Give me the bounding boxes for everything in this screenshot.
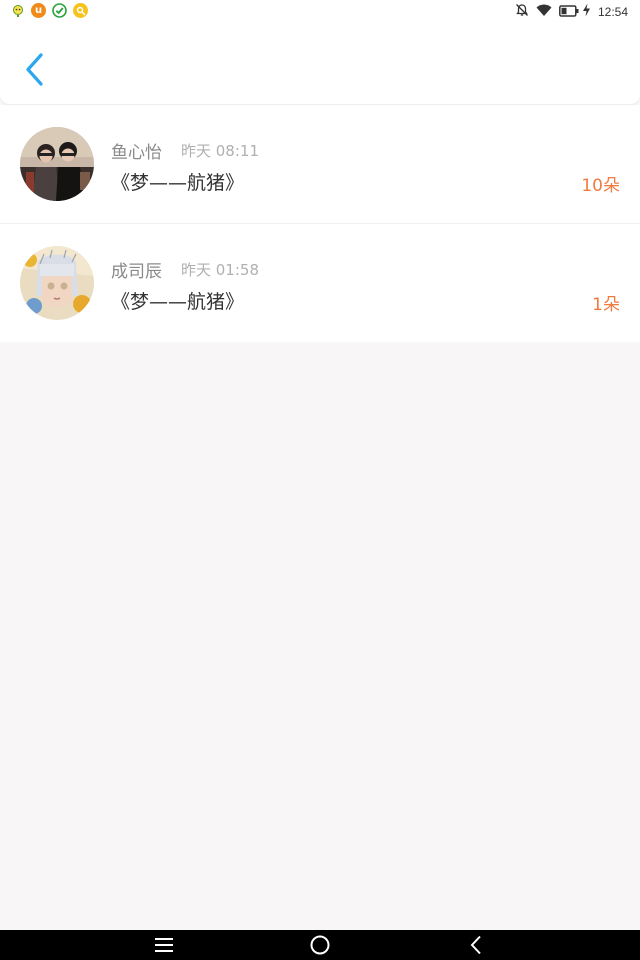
- menu-icon: [155, 938, 173, 952]
- back-nav-button[interactable]: [465, 934, 489, 956]
- status-time: 12:54: [597, 4, 628, 19]
- menu-button[interactable]: [152, 934, 176, 956]
- flower-count: 1朵: [592, 295, 620, 315]
- list-item[interactable]: 鱼心怡 昨天 08:11 《梦——航猪》 10朵: [0, 105, 640, 223]
- yellow-app-icon: [73, 3, 88, 18]
- sent-time: 昨天 01:58: [181, 261, 259, 279]
- notifications-off-icon: [515, 2, 529, 21]
- u-app-icon: u: [31, 3, 46, 18]
- list-item[interactable]: 成司辰 昨天 01:58 《梦——航猪》 1朵: [0, 223, 640, 342]
- sender-name: 成司辰: [111, 262, 162, 282]
- avatar[interactable]: [20, 127, 94, 201]
- battery-icon: [559, 2, 579, 21]
- system-nav-bar: [0, 930, 640, 960]
- sent-time: 昨天 08:11: [181, 142, 259, 160]
- status-bar: u 12:54: [0, 0, 640, 22]
- home-button[interactable]: [308, 934, 332, 956]
- gift-list: 鱼心怡 昨天 08:11 《梦——航猪》 10朵 成司辰 昨天 01:58 《梦…: [0, 105, 640, 342]
- charging-icon: [582, 2, 591, 21]
- back-icon: [470, 935, 481, 955]
- avatar[interactable]: [20, 246, 94, 320]
- check-app-icon: [52, 3, 67, 18]
- sender-name: 鱼心怡: [111, 143, 162, 163]
- work-title: 《梦——航猪》: [111, 291, 245, 313]
- wifi-icon: [536, 2, 552, 21]
- back-button[interactable]: [22, 52, 50, 88]
- header: [0, 22, 640, 105]
- home-icon: [310, 935, 330, 955]
- work-title: 《梦——航猪》: [111, 172, 245, 194]
- chevron-left-icon: [26, 53, 43, 86]
- flower-count: 10朵: [581, 176, 620, 196]
- status-left-icons: u: [10, 3, 88, 18]
- status-right-icons: 12:54: [515, 2, 628, 21]
- chat-app-icon: [10, 3, 25, 18]
